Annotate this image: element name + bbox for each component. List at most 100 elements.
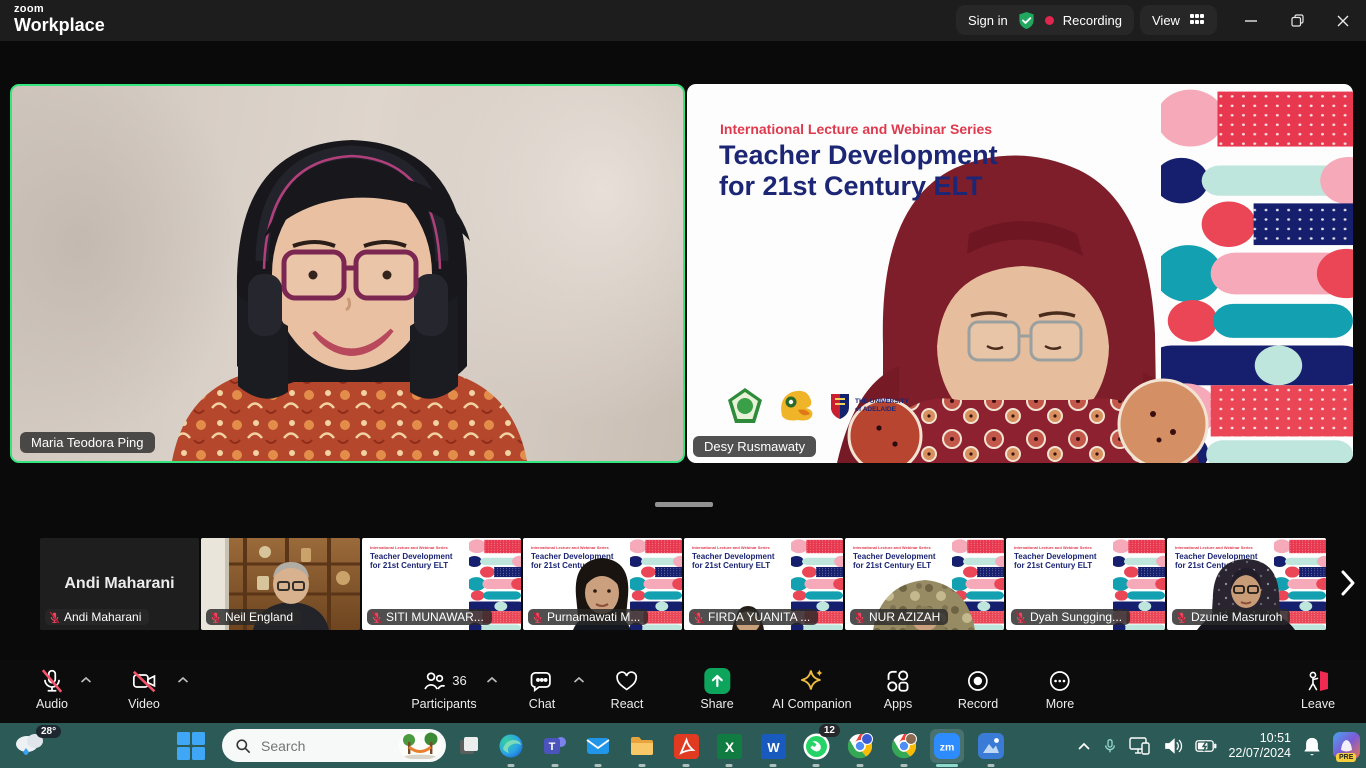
teams-icon[interactable]: T bbox=[538, 729, 572, 763]
name-tag: NUR AZIZAH bbox=[850, 609, 948, 625]
ai-companion-sparkle-icon bbox=[799, 667, 826, 694]
chrome-profile1-icon[interactable] bbox=[843, 729, 877, 763]
svg-text:T: T bbox=[549, 741, 556, 753]
video-options-chevron[interactable] bbox=[177, 676, 189, 684]
participants-button[interactable]: 36 Participants bbox=[411, 667, 476, 711]
apps-button[interactable]: Apps bbox=[884, 667, 913, 711]
zoom-meeting-window: zoom Workplace Sign in Recording View bbox=[0, 0, 1366, 768]
video-off-icon bbox=[131, 668, 157, 694]
title-bar: zoom Workplace Sign in Recording View bbox=[0, 0, 1366, 41]
participants-count: 36 bbox=[452, 673, 466, 688]
excel-icon[interactable]: X bbox=[712, 729, 746, 763]
chat-button[interactable]: Chat bbox=[529, 667, 555, 711]
volume-icon[interactable] bbox=[1164, 737, 1184, 755]
photos-icon[interactable] bbox=[974, 729, 1008, 763]
participants-options-chevron[interactable] bbox=[486, 676, 498, 684]
muted-mic-icon bbox=[370, 611, 383, 624]
edge-browser-icon[interactable] bbox=[494, 729, 528, 763]
copilot-icon[interactable]: PRE bbox=[1333, 732, 1360, 759]
mail-icon[interactable] bbox=[581, 729, 615, 763]
share-icon bbox=[704, 668, 730, 694]
ai-companion-button[interactable]: AI Companion bbox=[772, 667, 851, 711]
zoom-app-icon[interactable]: zm bbox=[930, 729, 964, 763]
meeting-toolbar: Audio Video 36 Participants bbox=[0, 660, 1366, 723]
taskbar-search[interactable] bbox=[222, 729, 446, 762]
organizer-logos: THE UNIVERSITYof ADELAIDE bbox=[727, 387, 909, 425]
video-tile-desy-rusmawaty[interactable]: International Lecture and Webinar Series… bbox=[687, 84, 1353, 463]
restore-icon bbox=[1291, 14, 1304, 27]
weather-widget[interactable]: 28° bbox=[10, 726, 66, 766]
filmstrip-tile-andi-maharani[interactable]: Andi Maharani Andi Maharani bbox=[40, 538, 199, 630]
meeting-status-pill: Sign in Recording bbox=[956, 5, 1134, 35]
leave-icon bbox=[1305, 668, 1331, 694]
whatsapp-icon[interactable]: 12 bbox=[799, 729, 833, 763]
minimize-button[interactable] bbox=[1228, 0, 1274, 41]
chat-options-chevron[interactable] bbox=[573, 676, 585, 684]
name-tag: FIRDA YUANITA ... bbox=[689, 609, 818, 625]
logo-workplace-text: Workplace bbox=[14, 16, 105, 34]
adelaide-crest-icon bbox=[829, 393, 851, 420]
tray-expand-chevron[interactable] bbox=[1077, 741, 1091, 751]
muted-mic-icon bbox=[1175, 611, 1188, 624]
muted-mic-icon bbox=[209, 611, 222, 624]
layout-divider-handle[interactable] bbox=[655, 502, 713, 507]
search-icon bbox=[235, 738, 251, 754]
filmstrip-tile-nur-azizah[interactable]: International Lecture and Webinar Series… bbox=[845, 538, 1004, 630]
participants-icon bbox=[421, 668, 447, 694]
view-grid-icon bbox=[1189, 12, 1205, 28]
recording-label: Recording bbox=[1063, 13, 1122, 28]
name-tag: Dzunie Masruroh bbox=[1172, 609, 1290, 625]
participant-video-maria bbox=[12, 86, 683, 461]
svg-text:W: W bbox=[767, 740, 780, 755]
more-button[interactable]: More bbox=[1046, 667, 1074, 711]
close-icon bbox=[1337, 15, 1349, 27]
video-tile-maria-teodora-ping[interactable]: Maria Teodora Ping bbox=[10, 84, 685, 463]
slide-title-text: Teacher Developmentfor 21st Century ELT bbox=[719, 140, 998, 202]
filmstrip-tile-firda-yuanita[interactable]: International Lecture and Webinar Series… bbox=[684, 538, 843, 630]
react-button[interactable]: React bbox=[611, 667, 644, 711]
muted-mic-icon bbox=[48, 611, 61, 624]
muted-mic-icon bbox=[531, 611, 544, 624]
filmstrip-tile-dyah-sungging[interactable]: International Lecture and Webinar Series… bbox=[1006, 538, 1165, 630]
search-input[interactable] bbox=[259, 737, 369, 755]
word-icon[interactable]: W bbox=[756, 729, 790, 763]
filmstrip-next-button[interactable] bbox=[1334, 561, 1362, 605]
search-daily-image[interactable] bbox=[399, 732, 441, 759]
filmstrip-tile-neil-england[interactable]: Neil England bbox=[201, 538, 360, 630]
share-button[interactable]: Share bbox=[700, 667, 733, 711]
chrome-profile2-icon[interactable] bbox=[887, 729, 921, 763]
participant-filmstrip: Andi Maharani Andi Maharani bbox=[40, 538, 1326, 630]
encryption-shield-icon[interactable] bbox=[1017, 11, 1036, 30]
muted-mic-icon bbox=[1014, 611, 1027, 624]
filmstrip-tile-purnamawati[interactable]: International Lecture and Webinar Series… bbox=[523, 538, 682, 630]
muted-mic-icon bbox=[853, 611, 866, 624]
filmstrip-tile-dzunie-masruroh[interactable]: International Lecture and Webinar Series… bbox=[1167, 538, 1326, 630]
more-icon bbox=[1047, 668, 1073, 694]
start-button[interactable] bbox=[176, 731, 206, 761]
video-stage: Maria Teodora Ping International Lecture… bbox=[0, 41, 1366, 660]
slide-series-text: International Lecture and Webinar Series bbox=[720, 121, 992, 137]
close-button[interactable] bbox=[1320, 0, 1366, 41]
cast-display-icon[interactable] bbox=[1129, 736, 1153, 756]
record-button[interactable]: Record bbox=[958, 667, 998, 711]
svg-text:z: z bbox=[1317, 735, 1321, 744]
file-explorer-icon[interactable] bbox=[625, 729, 659, 763]
mic-in-use-icon[interactable] bbox=[1102, 737, 1118, 755]
acrobat-icon[interactable] bbox=[669, 729, 703, 763]
sign-in-button[interactable]: Sign in bbox=[968, 13, 1008, 28]
audio-options-chevron[interactable] bbox=[80, 676, 92, 684]
audio-button[interactable]: Audio bbox=[36, 667, 68, 711]
notification-bell-icon[interactable]: z bbox=[1302, 735, 1322, 757]
heart-icon bbox=[614, 668, 640, 694]
name-tag: SITI MUNAWAR... bbox=[367, 609, 492, 625]
leave-button[interactable]: Leave bbox=[1301, 667, 1335, 711]
filmstrip-tile-siti-munawar[interactable]: International Lecture and Webinar Series… bbox=[362, 538, 521, 630]
task-view-button[interactable] bbox=[452, 729, 486, 763]
video-button[interactable]: Video bbox=[128, 667, 160, 711]
battery-icon[interactable] bbox=[1195, 739, 1217, 753]
view-button[interactable]: View bbox=[1140, 5, 1217, 35]
svg-text:zm: zm bbox=[940, 742, 955, 754]
restore-button[interactable] bbox=[1274, 0, 1320, 41]
muted-mic-icon bbox=[692, 611, 705, 624]
taskbar-clock[interactable]: 10:51 22/07/2024 bbox=[1228, 731, 1291, 761]
